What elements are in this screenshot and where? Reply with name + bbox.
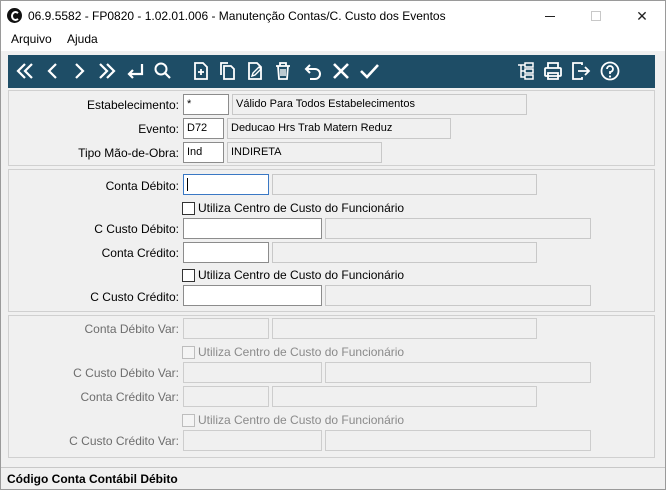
cc-credito-description [325, 285, 591, 306]
search-icon [154, 62, 171, 79]
cc-funcionario-debito-var-checkbox: Utiliza Centro de Custo do Funcionário [182, 345, 404, 359]
menu-arquivo[interactable]: Arquivo [9, 32, 54, 46]
checkbox-box[interactable] [182, 268, 195, 282]
checkbox-label: Utiliza Centro de Custo do Funcionário [198, 201, 405, 215]
checkbox-box [182, 345, 195, 359]
checkbox-box[interactable] [182, 201, 195, 215]
tree-icon [518, 62, 534, 80]
conta-credito-label: Conta Crédito: [101, 246, 179, 260]
conta-debito-input[interactable] [183, 174, 269, 195]
window-title: 06.9.5582 - FP0820 - 1.02.01.006 - Manut… [28, 9, 446, 23]
checkbox-box [182, 413, 195, 427]
search-button[interactable] [150, 58, 176, 84]
cc-debito-var-description [325, 362, 591, 383]
goto-icon [127, 64, 144, 79]
cc-funcionario-credito-checkbox[interactable]: Utiliza Centro de Custo do Funcionário [182, 268, 404, 282]
last-record-button[interactable] [94, 58, 120, 84]
status-text: Código Conta Contábil Débito [7, 472, 178, 486]
tipo-mao-obra-input[interactable]: Ind [183, 142, 224, 163]
conta-debito-label: Conta Débito: [105, 179, 179, 193]
confirm-icon [360, 64, 379, 79]
cc-credito-label: C Custo Crédito: [90, 290, 179, 304]
close-button[interactable]: ✕ [619, 1, 665, 31]
minimize-icon [545, 16, 555, 17]
edit-button[interactable] [242, 58, 268, 84]
delete-button[interactable] [270, 58, 296, 84]
tree-button[interactable] [513, 58, 539, 84]
delete-icon [276, 62, 290, 80]
conta-debito-description [272, 174, 537, 195]
copy-icon [220, 62, 235, 80]
cc-funcionario-debito-checkbox[interactable]: Utiliza Centro de Custo do Funcionário [182, 201, 404, 215]
cc-funcionario-credito-var-checkbox: Utiliza Centro de Custo do Funcionário [182, 413, 404, 427]
cc-credito-var-description [325, 430, 591, 451]
next-record-button[interactable] [66, 58, 92, 84]
prev-record-button[interactable] [40, 58, 66, 84]
first-icon [16, 63, 33, 79]
title-bar: 06.9.5582 - FP0820 - 1.02.01.006 - Manut… [1, 1, 665, 31]
cc-debito-description [325, 218, 591, 239]
cancel-icon [333, 63, 349, 79]
checkbox-label: Utiliza Centro de Custo do Funcionário [198, 345, 405, 359]
accounts-panel: Conta Débito: Utiliza Centro de Custo do… [8, 169, 655, 312]
conta-credito-input[interactable] [183, 242, 269, 263]
menu-bar: Arquivo Ajuda [1, 31, 665, 51]
cc-debito-var-input [183, 362, 322, 383]
conta-debito-var-description [272, 318, 537, 339]
new-button[interactable] [188, 58, 214, 84]
toolbar [8, 55, 655, 88]
conta-credito-var-input [183, 386, 269, 407]
checkbox-label: Utiliza Centro de Custo do Funcionário [198, 268, 405, 282]
copy-button[interactable] [214, 58, 240, 84]
goto-button[interactable] [122, 58, 148, 84]
estabelecimento-description: Válido Para Todos Estabelecimentos [232, 94, 527, 115]
exit-icon [572, 62, 591, 80]
estabelecimento-input[interactable]: * [183, 94, 229, 115]
first-record-button[interactable] [12, 58, 38, 84]
maximize-button [573, 1, 619, 31]
cancel-button[interactable] [328, 58, 354, 84]
status-bar: Código Conta Contábil Débito [1, 467, 665, 489]
evento-label: Evento: [138, 122, 179, 136]
app-logo-icon [7, 8, 22, 23]
conta-credito-description [272, 242, 537, 263]
maximize-icon [591, 11, 601, 21]
print-button[interactable] [540, 58, 566, 84]
prev-icon [47, 63, 57, 79]
evento-description: Deducao Hrs Trab Matern Reduz [227, 118, 451, 139]
help-button[interactable] [597, 58, 623, 84]
header-panel: Estabelecimento: * Válido Para Todos Est… [8, 90, 655, 166]
app-window: 06.9.5582 - FP0820 - 1.02.01.006 - Manut… [0, 0, 666, 490]
tipo-mao-obra-description: INDIRETA [227, 142, 382, 163]
edit-icon [248, 62, 262, 80]
close-icon: ✕ [636, 8, 648, 24]
exit-button[interactable] [568, 58, 594, 84]
variable-accounts-panel: Conta Débito Var: Utiliza Centro de Cust… [8, 315, 655, 458]
cc-debito-var-label: C Custo Débito Var: [73, 366, 179, 380]
confirm-button[interactable] [356, 58, 382, 84]
estabelecimento-label: Estabelecimento: [86, 98, 179, 112]
new-icon [194, 62, 208, 80]
menu-ajuda[interactable]: Ajuda [65, 32, 100, 46]
last-icon [99, 63, 116, 79]
undo-icon [304, 64, 321, 80]
cc-credito-var-label: C Custo Crédito Var: [69, 434, 179, 448]
cc-debito-label: C Custo Débito: [94, 222, 179, 236]
checkbox-label: Utiliza Centro de Custo do Funcionário [198, 413, 405, 427]
undo-button[interactable] [300, 58, 326, 84]
cc-credito-input[interactable] [183, 285, 322, 306]
tipo-mao-obra-label: Tipo Mão-de-Obra: [78, 146, 179, 160]
conta-credito-var-label: Conta Crédito Var: [80, 390, 180, 404]
help-icon [600, 61, 620, 81]
conta-debito-var-label: Conta Débito Var: [84, 322, 180, 336]
next-icon [75, 63, 85, 79]
cc-debito-input[interactable] [183, 218, 322, 239]
conta-credito-var-description [272, 386, 537, 407]
conta-debito-var-input [183, 318, 269, 339]
print-icon [544, 62, 562, 80]
evento-input[interactable]: D72 [183, 118, 224, 139]
minimize-button[interactable] [527, 1, 573, 31]
cc-credito-var-input [183, 430, 322, 451]
